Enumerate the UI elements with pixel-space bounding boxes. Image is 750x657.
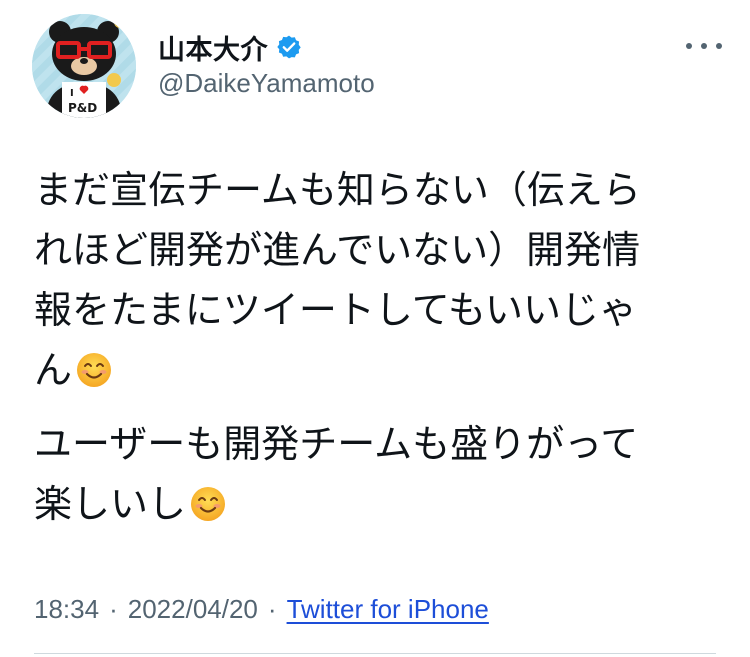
meta-separator: ·: [109, 594, 118, 624]
tweet-paragraph-2: ユーザーも開発チームも盛りがって 楽しいし: [34, 414, 724, 534]
avatar[interactable]: I P&D: [32, 14, 136, 118]
tweet-line: まだ宣伝チームも知らない（伝えら: [34, 168, 641, 212]
tweet-date[interactable]: 2022/04/20: [128, 594, 258, 625]
verified-badge-icon: [276, 34, 302, 60]
bear-mascot-avatar-icon: I P&D: [32, 14, 136, 118]
tweet-text: まだ宣伝チームも知らない（伝えら れほど開発が進んでいない）開発情 報をたまにツ…: [34, 160, 724, 548]
svg-text:P&D: P&D: [68, 101, 97, 115]
smiling-face-icon: [74, 347, 114, 387]
tweet-line: れほど開発が進んでいない）開発情: [34, 228, 641, 272]
meta-separator: ·: [267, 594, 277, 624]
display-name[interactable]: 山本大介: [158, 28, 268, 67]
tweet-line: 報をたまにツイートしてもいいじゃ: [34, 288, 638, 332]
author-name-row[interactable]: 山本大介: [158, 28, 302, 67]
svg-text:I: I: [70, 88, 74, 99]
user-handle[interactable]: @DaikeYamamoto: [158, 68, 375, 99]
tweet-line: 楽しいし: [34, 482, 187, 526]
tweet-card: I P&D 山本大介 @DaikeYamamoto まだ宣伝チームも知らない（伝…: [0, 0, 750, 657]
smiling-face-icon: [188, 481, 228, 521]
tweet-line: ユーザーも開発チームも盛りがって: [34, 422, 639, 466]
more-dot: [716, 43, 722, 49]
more-dot: [701, 43, 707, 49]
tweet-meta: 18:34 · 2022/04/20 · Twitter for iPhone: [34, 594, 489, 625]
tweet-line: ん: [34, 348, 73, 392]
more-options-button[interactable]: [686, 36, 722, 56]
tweet-paragraph-1: まだ宣伝チームも知らない（伝えら れほど開発が進んでいない）開発情 報をたまにツ…: [34, 160, 724, 400]
more-horizontal-icon: [686, 43, 692, 49]
tweet-source-link[interactable]: Twitter for iPhone: [287, 594, 489, 625]
tweet-time[interactable]: 18:34: [34, 594, 99, 625]
divider: [34, 653, 716, 654]
